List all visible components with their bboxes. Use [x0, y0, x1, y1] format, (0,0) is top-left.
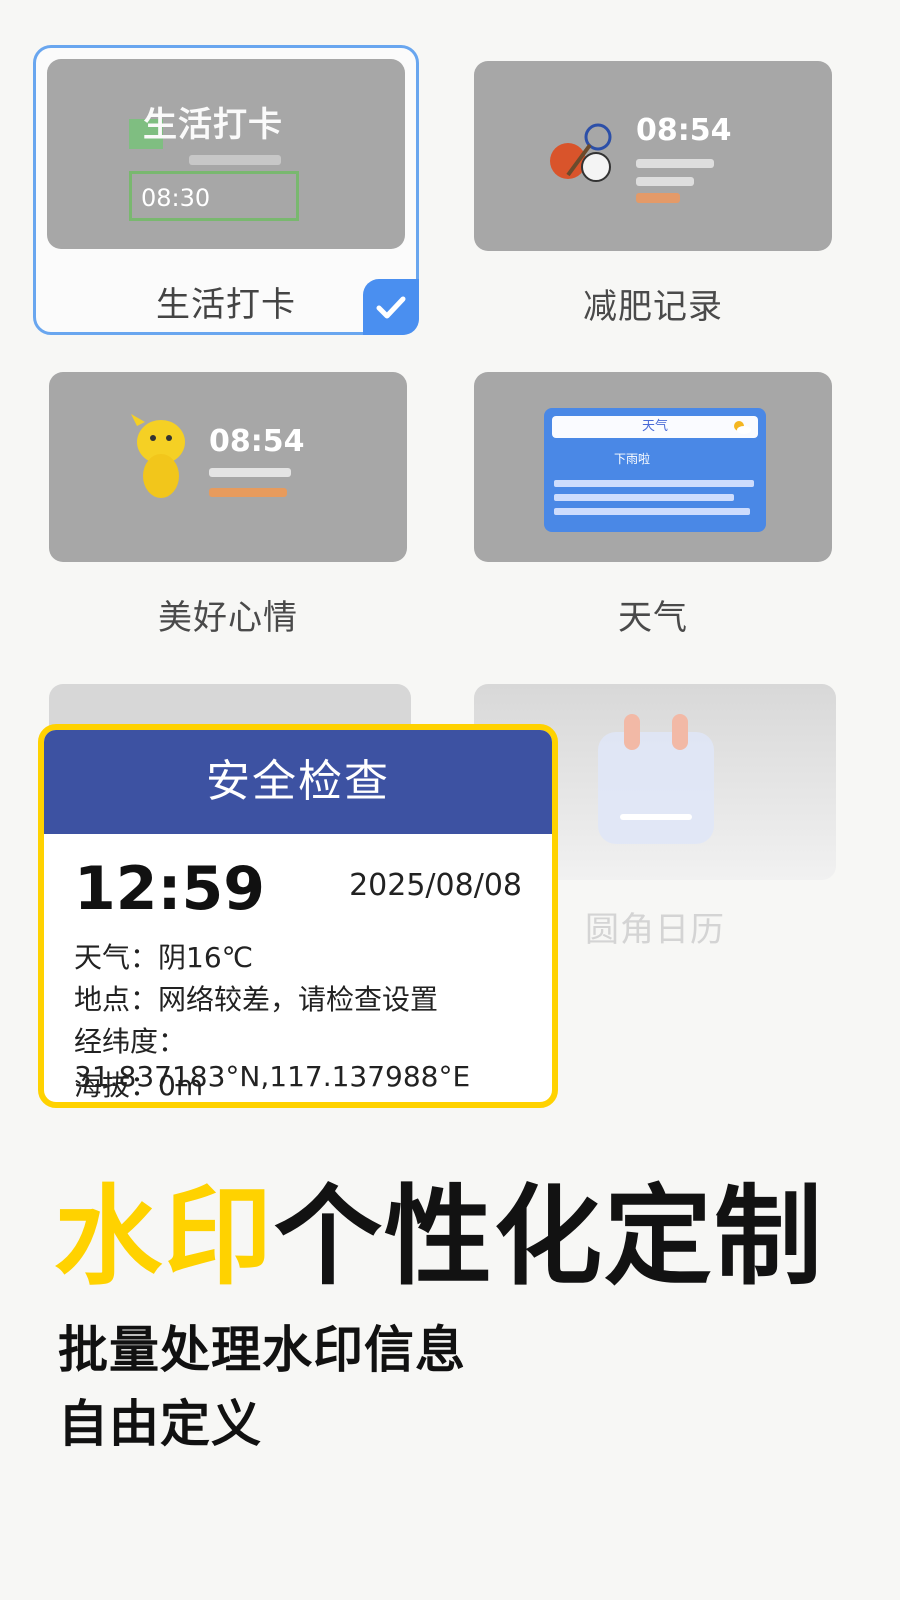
template-thumbnail: 08:54	[474, 61, 832, 251]
thumbnail-time: 08:54	[209, 424, 305, 459]
template-thumbnail: 08:54	[49, 372, 407, 562]
template-label: 减肥记录	[583, 287, 723, 327]
template-label: 美好心情	[158, 598, 298, 638]
calendar-icon	[598, 714, 714, 844]
subtitle-batch: 批量处理水印信息	[58, 1321, 466, 1379]
watermark-date: 2025/08/08	[349, 868, 522, 903]
thumbnail-time: 08:54	[636, 113, 732, 148]
template-thumbnail: 生活打卡 08:30	[47, 59, 405, 249]
headline-rest: 个性化定制	[274, 1175, 825, 1300]
template-card-weight-loss[interactable]: 08:54 减肥记录	[460, 47, 846, 337]
check-icon	[376, 296, 406, 319]
template-thumbnail: 天气 下雨啦	[474, 372, 832, 562]
template-card-life-checkin[interactable]: 生活打卡 08:30 生活打卡	[33, 45, 419, 335]
watermark-altitude: 海拔：0m	[74, 1069, 204, 1102]
template-card-weather[interactable]: 天气 下雨啦 天气	[460, 358, 846, 648]
template-label: 生活打卡	[156, 285, 296, 325]
thumbnail-accent-line	[636, 193, 680, 203]
sun-icon	[734, 421, 751, 434]
watermark-title: 安全检查	[44, 730, 552, 834]
template-card-good-mood[interactable]: 08:54 美好心情	[35, 358, 421, 648]
watermark-location: 地点：网络较差，请检查设置	[74, 983, 439, 1016]
weather-panel-title: 天气	[552, 416, 758, 438]
headline: 水印个性化定制	[54, 1150, 824, 1306]
weather-line	[554, 480, 754, 487]
watermark-weather: 天气：阴16℃	[74, 941, 254, 974]
thumbnail-subline	[189, 155, 281, 165]
watermark-preview-card: 安全检查 12:59 2025/08/08 天气：阴16℃ 地点：网络较差，请检…	[38, 724, 558, 1108]
thumbnail-line	[636, 177, 694, 186]
thumbnail-time: 08:30	[141, 184, 211, 212]
watermark-time: 12:59	[74, 854, 265, 924]
weather-panel: 天气 下雨啦	[544, 408, 766, 532]
subtitle-custom: 自由定义	[58, 1395, 262, 1453]
sports-balls-icon	[550, 123, 612, 182]
template-label: 天气	[618, 598, 688, 638]
weather-panel-subtitle: 下雨啦	[614, 452, 651, 466]
mascot-icon	[131, 414, 185, 498]
headline-highlight: 水印	[54, 1175, 275, 1300]
thumbnail-line	[636, 159, 714, 168]
thumbnail-line	[209, 468, 291, 477]
thumbnail-title: 生活打卡	[143, 105, 283, 145]
thumbnail-accent-line	[209, 488, 287, 497]
weather-line	[554, 508, 750, 515]
weather-line	[554, 494, 734, 501]
selected-badge	[363, 279, 419, 335]
